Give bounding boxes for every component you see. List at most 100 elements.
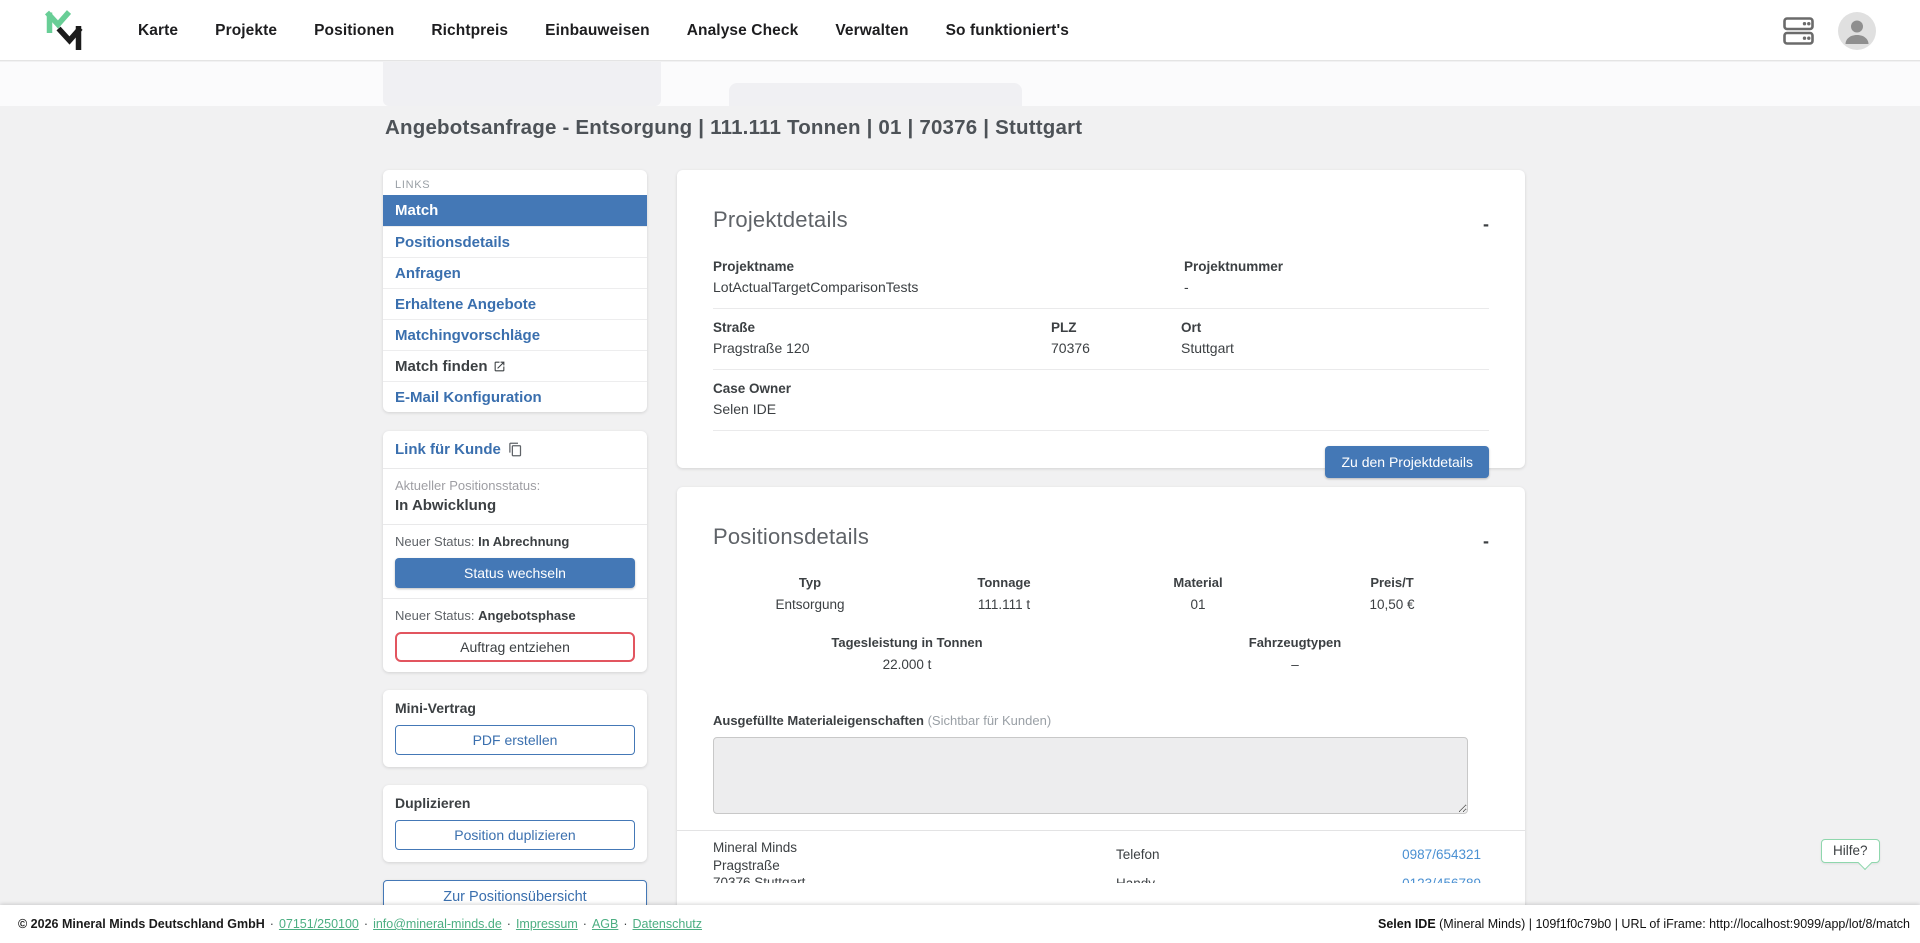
new-status-value-1: In Abrechnung (478, 534, 569, 549)
sidebar-item-email-konfiguration[interactable]: E-Mail Konfiguration (383, 381, 647, 412)
sidebar-item-match-finden[interactable]: Match finden (383, 350, 647, 381)
material-properties-textarea[interactable] (713, 737, 1468, 814)
sidebar-item-anfragen[interactable]: Anfragen (383, 257, 647, 288)
session-user: Selen IDE (1378, 917, 1436, 931)
nav-item-verwalten[interactable]: Verwalten (835, 22, 908, 40)
strasse-label: Straße (713, 320, 1051, 335)
external-link-icon (493, 360, 506, 373)
sidebar-item-matchingvorschlaege[interactable]: Matchingvorschläge (383, 319, 647, 350)
contact-company: Mineral Minds (713, 839, 1116, 857)
dns-server-icon[interactable] (1783, 17, 1815, 45)
mobile-link[interactable]: 0123/456789 (1402, 876, 1481, 883)
project-details-card: Projektdetails - Projektname LotActualTa… (677, 170, 1525, 468)
project-details-title: Projektdetails (713, 207, 848, 233)
tonnage-value: 111.111 t (907, 597, 1101, 612)
sidebar-item-match[interactable]: Match (383, 195, 647, 226)
material-label: Material (1101, 575, 1295, 590)
new-status-value-2: Angebotsphase (478, 608, 576, 623)
links-card: LINKS Match Positionsdetails Anfragen Er… (383, 170, 647, 412)
projektname-value: LotActualTargetComparisonTests (713, 279, 1184, 295)
plz-value: 70376 (1051, 340, 1181, 356)
customer-link[interactable]: Link für Kunde (395, 441, 635, 458)
nav-item-projekte[interactable]: Projekte (215, 22, 277, 40)
nav-item-positionen[interactable]: Positionen (314, 22, 394, 40)
nav-item-karte[interactable]: Karte (138, 22, 178, 40)
nav-item-analyse-check[interactable]: Analyse Check (687, 22, 799, 40)
scrolled-content-strip (0, 62, 1920, 106)
sidebar-item-positionsdetails[interactable]: Positionsdetails (383, 226, 647, 257)
tagesleistung-label: Tagesleistung in Tonnen (713, 635, 1101, 650)
preis-value: 10,50 € (1295, 597, 1489, 612)
main-nav: Karte Projekte Positionen Richtpreis Ein… (138, 0, 1069, 61)
ort-label: Ort (1181, 320, 1489, 335)
nav-item-so-funktionierts[interactable]: So funktioniert's (946, 22, 1069, 40)
projektnummer-label: Projektnummer (1184, 259, 1489, 274)
duplicate-card: Duplizieren Position duplizieren (383, 785, 647, 862)
tagesleistung-value: 22.000 t (713, 657, 1101, 672)
material-properties-hint: (Sichtbar für Kunden) (928, 713, 1052, 728)
sidebar: LINKS Match Positionsdetails Anfragen Er… (383, 170, 647, 913)
session-details: (Mineral Minds) | 109f1f0c79b0 | URL of … (1436, 917, 1910, 931)
collapse-project-details-button[interactable]: - (1483, 215, 1489, 233)
collapse-position-details-button[interactable]: - (1483, 532, 1489, 550)
position-details-title: Positionsdetails (713, 524, 869, 550)
new-status-line-2: Neuer Status: Angebotsphase (395, 608, 635, 623)
footer: © 2026 Mineral Minds Deutschland GmbH · … (0, 905, 1920, 943)
nav-item-einbauweisen[interactable]: Einbauweisen (545, 22, 650, 40)
tonnage-label: Tonnage (907, 575, 1101, 590)
change-status-button[interactable]: Status wechseln (395, 558, 635, 588)
case-owner-value: Selen IDE (713, 401, 1489, 417)
contact-block: Mineral Minds Pragstraße 70376 Stuttgart… (713, 831, 1489, 883)
status-card: Link für Kunde Aktueller Positionsstatus… (383, 431, 647, 672)
material-value: 01 (1101, 597, 1295, 612)
fahrzeugtypen-value: – (1101, 657, 1489, 672)
ort-value: Stuttgart (1181, 340, 1489, 356)
go-to-project-details-button[interactable]: Zu den Projektdetails (1325, 446, 1489, 478)
sidebar-item-label: Match finden (395, 358, 488, 375)
navbar-actions (1783, 0, 1876, 61)
skeleton-box-left (383, 62, 661, 106)
duplicate-title: Duplizieren (395, 795, 635, 811)
contact-street: Pragstraße (713, 857, 1116, 875)
projektnummer-value: - (1184, 279, 1489, 295)
phone-link[interactable]: 0987/654321 (1402, 847, 1481, 862)
create-pdf-button[interactable]: PDF erstellen (395, 725, 635, 755)
case-owner-label: Case Owner (713, 381, 1489, 396)
mini-contract-title: Mini-Vertrag (395, 700, 635, 716)
footer-datenschutz-link[interactable]: Datenschutz (633, 917, 702, 931)
duplicate-position-button[interactable]: Position duplizieren (395, 820, 635, 850)
typ-value: Entsorgung (713, 597, 907, 612)
new-status-line-1: Neuer Status: In Abrechnung (395, 534, 635, 549)
nav-item-richtpreis[interactable]: Richtpreis (431, 22, 508, 40)
phone-label: Telefon (1116, 847, 1402, 862)
mini-contract-card: Mini-Vertrag PDF erstellen (383, 690, 647, 767)
customer-link-label: Link für Kunde (395, 441, 501, 458)
navbar: Karte Projekte Positionen Richtpreis Ein… (0, 0, 1920, 61)
sidebar-item-erhaltene-angebote[interactable]: Erhaltene Angebote (383, 288, 647, 319)
strasse-value: Pragstraße 120 (713, 340, 1051, 356)
page-title: Angebotsanfrage - Entsorgung | 111.111 T… (385, 116, 1082, 140)
material-properties-label: Ausgefüllte Materialeigenschaften (Sicht… (713, 713, 1489, 728)
footer-impressum-link[interactable]: Impressum (516, 917, 578, 931)
position-details-card: Positionsdetails - Typ Entsorgung Tonnag… (677, 487, 1525, 943)
footer-agb-link[interactable]: AGB (592, 917, 618, 931)
mobile-label: Handy (1116, 876, 1402, 883)
app-window: Karte Projekte Positionen Richtpreis Ein… (0, 0, 1920, 943)
current-status-label: Aktueller Positionsstatus: (395, 478, 635, 493)
current-status-value: In Abwicklung (395, 497, 635, 514)
footer-email-link[interactable]: info@mineral-minds.de (373, 917, 502, 931)
projektname-label: Projektname (713, 259, 1184, 274)
user-avatar-icon[interactable] (1838, 12, 1876, 50)
links-card-header: LINKS (383, 170, 647, 195)
session-info: Selen IDE (Mineral Minds) | 109f1f0c79b0… (1378, 917, 1910, 931)
footer-phone-link[interactable]: 07151/250100 (279, 917, 359, 931)
withdraw-order-button[interactable]: Auftrag entziehen (395, 632, 635, 662)
copy-icon[interactable] (508, 442, 523, 457)
mineral-minds-logo-icon[interactable] (44, 9, 90, 58)
contact-city: 70376 Stuttgart (713, 874, 1116, 883)
skeleton-box-right (729, 83, 1022, 106)
typ-label: Typ (713, 575, 907, 590)
help-button[interactable]: Hilfe? (1821, 839, 1880, 863)
copyright-text: © 2026 Mineral Minds Deutschland GmbH (18, 917, 265, 931)
plz-label: PLZ (1051, 320, 1181, 335)
